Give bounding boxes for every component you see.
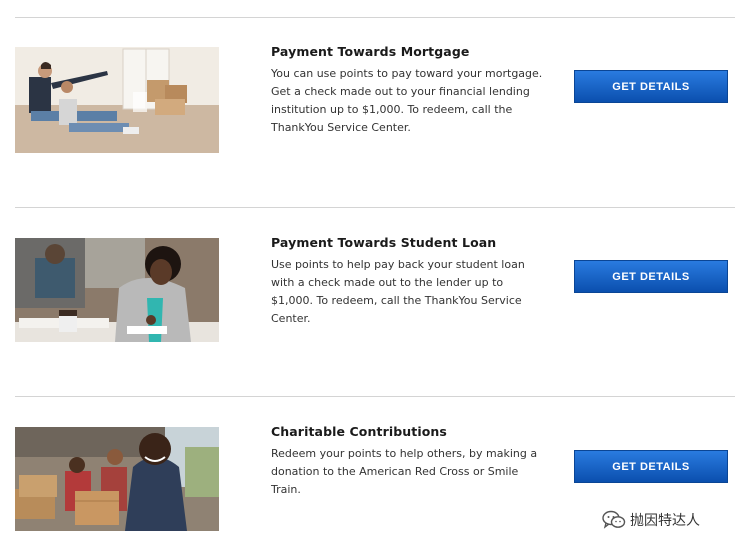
mortgage-photo bbox=[15, 47, 219, 153]
offer-title-student-loan: Payment Towards Student Loan bbox=[271, 235, 497, 250]
watermark-text: 抛因特达人 bbox=[630, 513, 700, 529]
offer-description-mortgage: You can use points to pay toward your mo… bbox=[271, 67, 543, 134]
get-details-button-student-loan[interactable]: GET DETAILS bbox=[574, 260, 728, 293]
offer-title-charitable: Charitable Contributions bbox=[271, 424, 447, 439]
divider-middle-1 bbox=[15, 207, 735, 208]
charitable-contributions-photo bbox=[15, 427, 219, 531]
get-details-button-mortgage[interactable]: GET DETAILS bbox=[574, 70, 728, 103]
offer-description-charitable: Redeem your points to help others, by ma… bbox=[271, 447, 538, 496]
get-details-button-charitable[interactable]: GET DETAILS bbox=[574, 450, 728, 483]
wechat-watermark: 抛因特达人 bbox=[602, 510, 700, 530]
divider-middle-2 bbox=[15, 396, 735, 397]
student-loan-photo bbox=[15, 238, 219, 342]
wechat-icon bbox=[602, 510, 626, 529]
offer-title-mortgage: Payment Towards Mortgage bbox=[271, 44, 470, 59]
offer-description-student-loan: Use points to help pay back your student… bbox=[271, 258, 525, 325]
divider-top bbox=[15, 17, 735, 18]
